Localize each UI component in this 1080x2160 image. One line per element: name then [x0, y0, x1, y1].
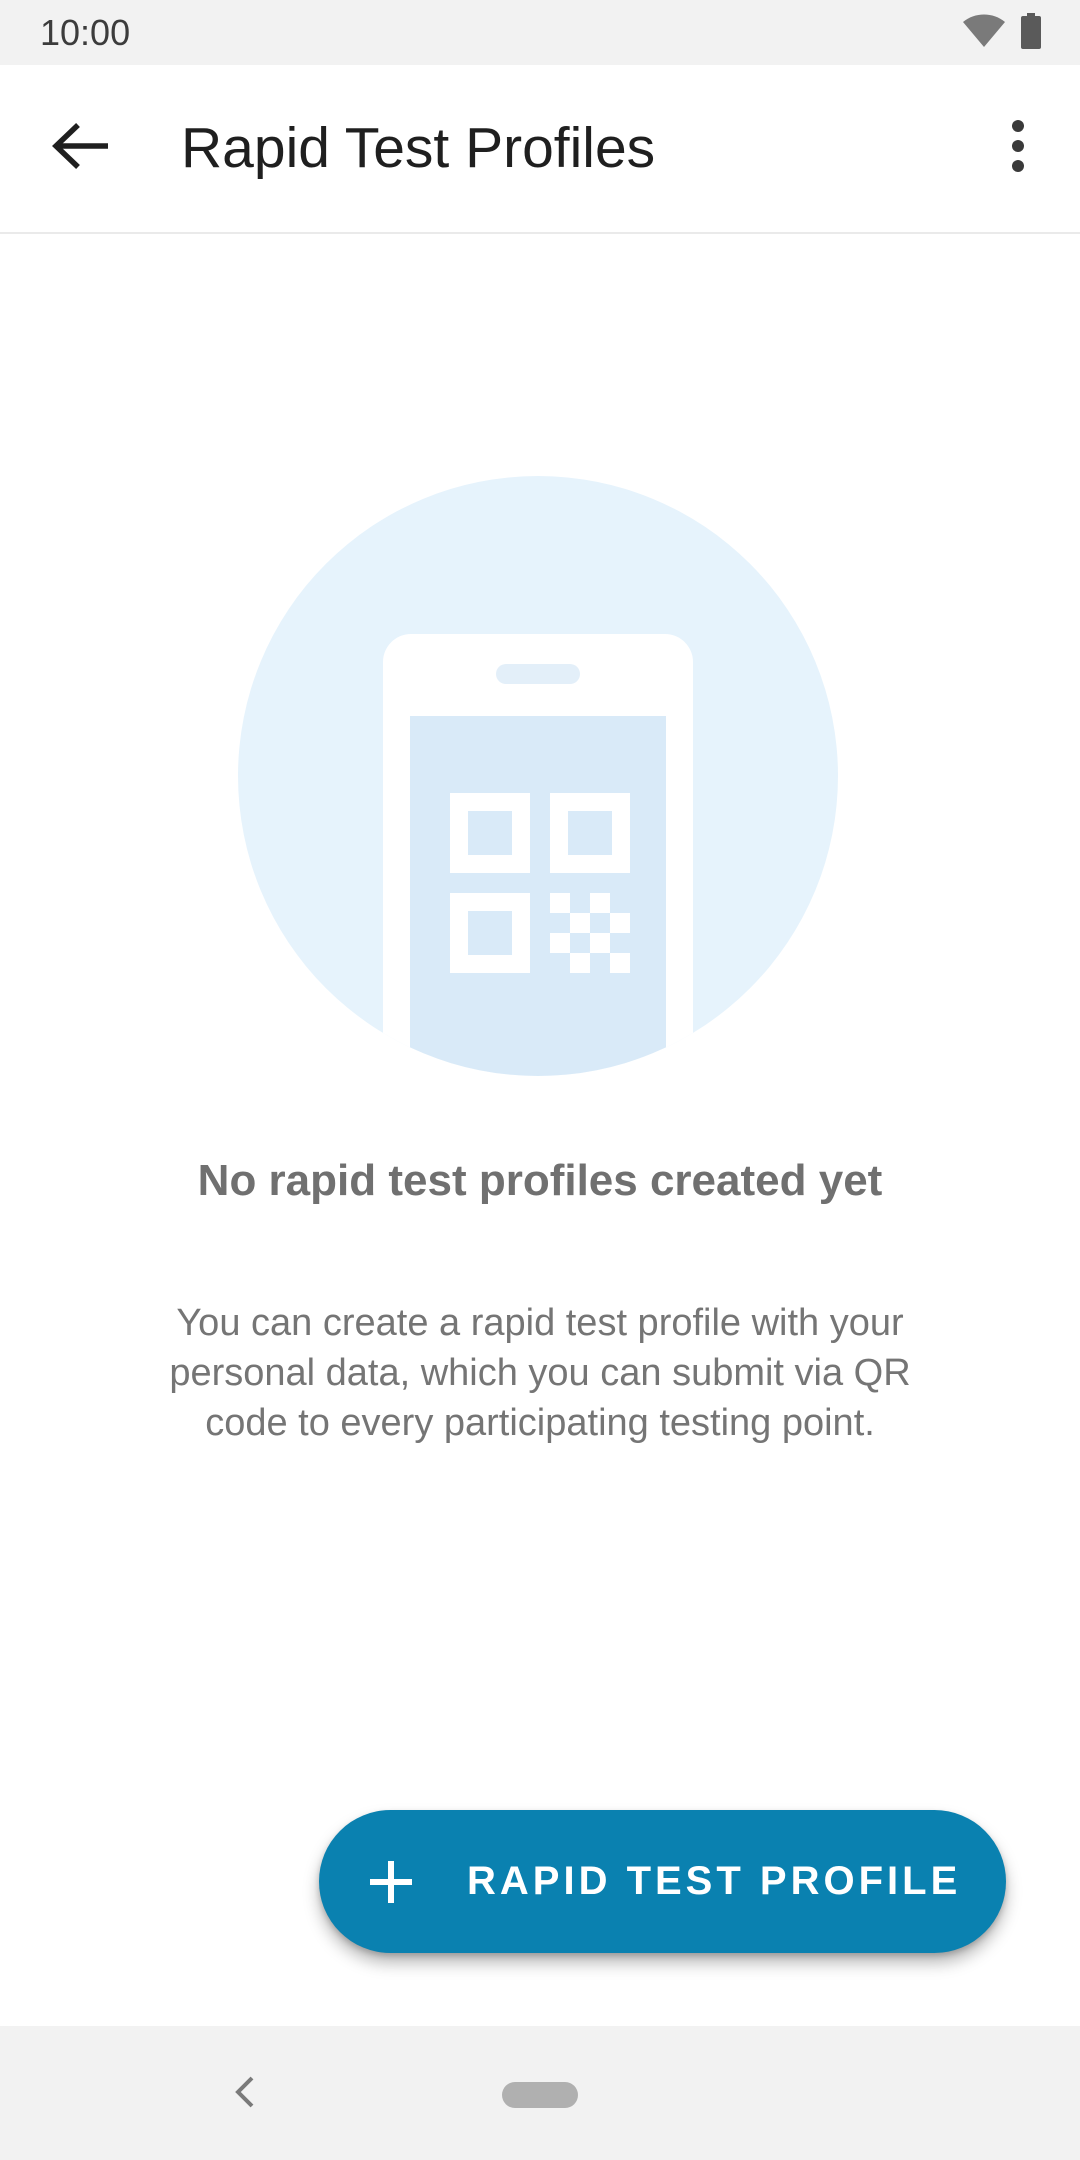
plus-icon [367, 1858, 415, 1906]
nav-home-button[interactable] [502, 2082, 578, 2108]
status-icons [962, 12, 1042, 54]
page-title: Rapid Test Profiles [181, 116, 656, 180]
status-bar: 10:00 [0, 0, 1080, 65]
empty-state-description: You can create a rapid test profile with… [169, 1302, 911, 1444]
add-rapid-test-profile-button[interactable]: RAPID TEST PROFILE [319, 1810, 1006, 1953]
fab-label: RAPID TEST PROFILE [467, 1859, 962, 1903]
arrow-back-icon [52, 122, 112, 175]
system-nav-bar [0, 2026, 1080, 2160]
screen: 10:00 Rapid Test Profiles No rapid test … [0, 0, 1080, 2160]
back-button[interactable] [44, 110, 120, 186]
nav-back-icon [232, 2074, 256, 2115]
app-bar: Rapid Test Profiles [0, 65, 1080, 234]
status-time: 10:00 [40, 12, 131, 53]
more-options-button[interactable] [982, 110, 1054, 186]
nav-back-button[interactable] [216, 2066, 272, 2122]
phone-qr-code-illustration [238, 476, 838, 1076]
wifi-icon [962, 14, 1006, 53]
more-vert-icon [1010, 119, 1026, 177]
battery-icon [1020, 12, 1042, 54]
empty-state-title: No rapid test profiles created yet [197, 1156, 883, 1205]
